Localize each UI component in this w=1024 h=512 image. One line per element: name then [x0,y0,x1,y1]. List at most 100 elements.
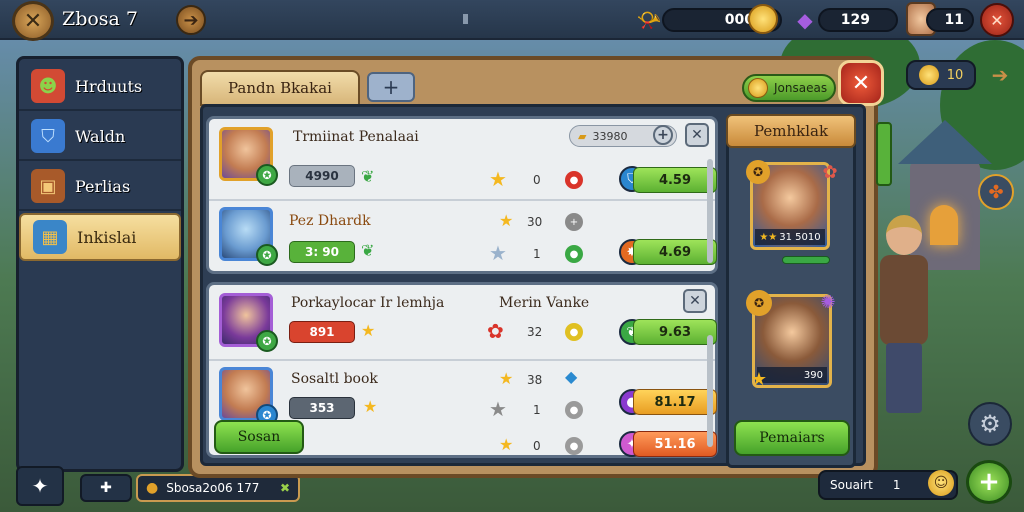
status-gray-icon: ● [565,437,583,455]
star-outline-icon: ★ [489,397,507,421]
scrollbar[interactable] [707,335,713,447]
star-icon: ★ [361,321,376,340]
hero-subtitle: Merin Vanke [499,295,590,311]
gear-button[interactable]: ⚙ [968,402,1012,446]
crystal-icon: ✺ [820,291,836,313]
star-icon: ★ [750,368,768,390]
hero-portrait-elf[interactable]: ✪ [219,207,278,266]
profile-value: 11 [944,12,964,28]
sidebar-item-perlias[interactable]: ▣ Perlias [19,163,181,211]
chest-icon: ▣ [31,169,65,203]
game-title: Zbosa 7 [62,8,139,30]
sidebar-item-label: Perlias [75,176,131,196]
shield-icon: ⛉ [31,119,65,153]
value-pill[interactable]: 9.63 [633,319,717,345]
hero-level: ★★ 31 5010 [755,229,825,245]
star-icon: ★ [499,435,514,454]
arrow-right-icon: ➔ [991,63,1009,87]
close-icon: ✕ [990,10,1004,30]
side-tab-button[interactable] [876,122,892,186]
pemaiars-button[interactable]: Pemaiars [734,420,850,456]
hero-level-text: 390 [803,369,823,381]
right-arrow-button[interactable]: ➔ [984,60,1016,90]
stars-icon: ★★ [759,231,778,243]
wrench-icon: ✦ [31,474,49,498]
scrollbar[interactable] [707,159,713,263]
card-close-button[interactable]: ✕ [685,123,709,147]
value-pill[interactable]: 4.59 [633,167,717,193]
value-pill[interactable]: 51.16 [633,431,717,457]
badge-icon: ✪ [746,160,770,184]
trumpet-icon: 📯 [636,8,662,32]
bottom-right-label: Souairt [830,478,873,492]
hero-portrait[interactable]: ✪ [219,293,278,352]
leaf-icon: ❦ [361,167,375,186]
add-icon-button[interactable]: + [653,125,673,145]
gem-counter: 129 [818,8,898,32]
tab-main[interactable]: Pandn Bkakai [200,70,360,106]
sosan-button[interactable]: Sosan [214,420,304,454]
add-plus-button[interactable]: + [966,460,1012,504]
hero-name: Pez Dhardk [289,213,371,229]
profile-counter: 11 [926,8,974,32]
hero-name: Sosaltl book [291,371,378,387]
add-button[interactable]: ➔ [176,5,206,35]
close-button[interactable]: ✕ [980,3,1014,37]
stat-number: 0 [533,173,541,187]
gold-coin-icon [918,65,939,85]
star-button[interactable]: ✚ [80,474,132,502]
star-icon: ★ [489,167,507,191]
stat-number: 0 [533,439,541,453]
cross-icon: ✖ [279,481,290,495]
stat-chip: 353 [289,397,355,419]
map-button[interactable]: ✤ [978,174,1014,210]
leaf-icon: ❦ [361,241,375,260]
status-gray-icon: ● [565,401,583,419]
card-header-separator [209,199,715,201]
background-door [930,205,958,245]
stat-chip: 4990 [289,165,355,187]
value-pill[interactable]: 4.69 [633,239,717,265]
hero-level-text: 31 5010 [779,231,821,243]
bottom-info-text: Sbosa2o06 177 [166,481,260,495]
sparkle-icon: ✚ [100,480,112,496]
sidebar-item-hrduuts[interactable]: ☻ Hrduuts [19,63,181,111]
hero-portrait[interactable]: ✪ [219,127,278,186]
card-header-separator [209,359,715,361]
star-icon: ★ [363,397,378,416]
gear-icon: ⚙ [979,410,1001,438]
back-button[interactable]: ✕ [12,1,54,41]
bottom-info-bar: ● Sbosa2o06 177 ✖ [136,474,300,502]
sidebar-item-waldn[interactable]: ⛉ Waldn [19,113,181,161]
close-icon: ✕ [689,293,701,309]
plus-icon: + [978,467,1000,497]
top-bar: ✕ Zbosa 7 ➔ 📯 000 ◆ 129 11 ✕ [0,0,1024,41]
star-icon: ★ [499,369,514,388]
status-yellow-icon: ● [565,323,583,341]
divider [463,14,468,24]
sidebar: ☻ Hrduuts ⛉ Waldn ▣ Perlias ▦ Inkislai [16,56,184,472]
gold-pill-button[interactable]: Jonsaeas [742,74,836,102]
stat-number: 30 [527,215,543,229]
stat-chip: 891 [289,321,355,343]
status-green-icon: ● [565,245,583,263]
sidebar-item-label: Waldn [75,126,126,146]
coin-icon: ● [146,480,159,496]
settings-button[interactable]: ✦ [16,466,64,506]
panel-close-button[interactable]: ✕ [838,60,884,106]
hero-portrait-redhair[interactable]: ✪ [219,367,278,426]
back-arrow-icon: ✕ [23,8,43,34]
right-column-title: Pemhklak [726,114,856,148]
sidebar-item-inkislai[interactable]: ▦ Inkislai [19,213,181,261]
goblin-icon: ☻ [31,69,65,103]
hero-card-1: ✪ Trmiinat Penalaai ▰ 33980 + ✕ 4990 ❦ ★… [206,116,718,274]
value-pill[interactable]: 81.17 [633,389,717,415]
right-gold-counter[interactable]: 10 [906,60,976,90]
mushroom-icon: ✿ [487,319,504,343]
hero-title: Porkaylocar Ir lemhja [291,295,445,311]
card-close-button[interactable]: ✕ [683,289,707,313]
gem-icon: ◆ [797,8,813,32]
status-gray-icon: + [565,213,583,231]
tab-add-button[interactable]: + [367,72,415,102]
hero-title: Trmiinat Penalaai [293,129,419,145]
